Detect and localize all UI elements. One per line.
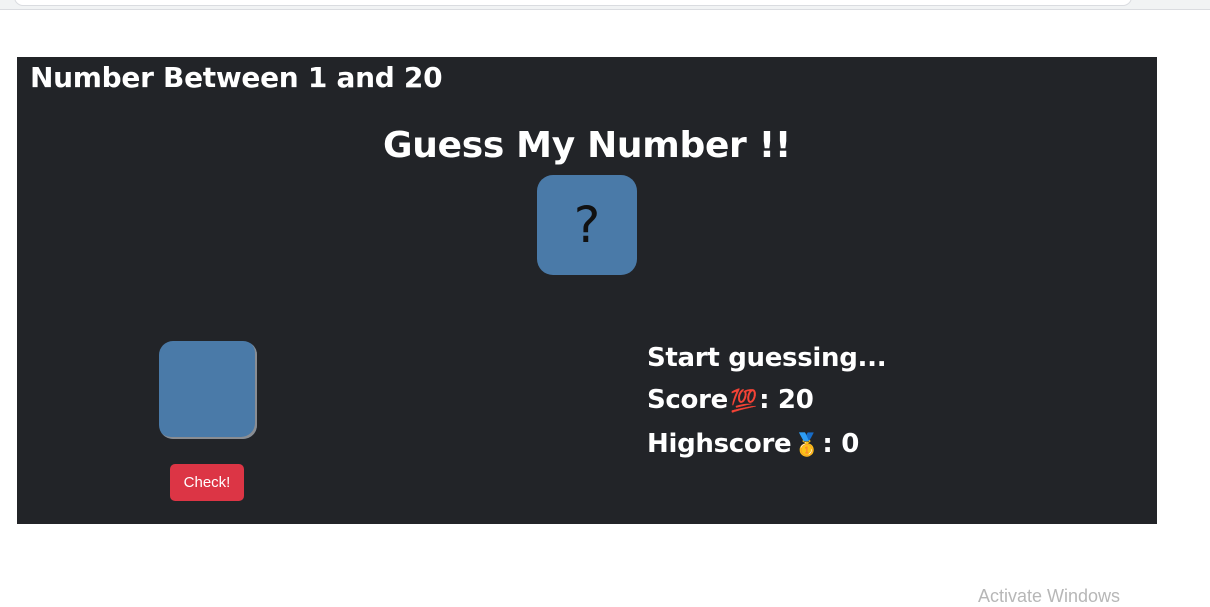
gold-medal-icon: 🥇	[793, 433, 821, 458]
highscore-value: 0	[841, 429, 860, 459]
hundred-points-icon: 💯	[729, 389, 758, 414]
secret-number-box: ?	[537, 175, 637, 275]
highscore-label: Highscore	[647, 429, 792, 459]
highscore-line: Highscore🥇: 0	[647, 423, 886, 467]
status-message: Start guessing...	[647, 343, 887, 373]
browser-toolbar	[0, 0, 1210, 10]
score-line: Score💯: 20	[647, 379, 886, 423]
game-title: Guess My Number !!	[383, 125, 791, 166]
address-bar[interactable]	[14, 0, 1132, 6]
highscore-separator: :	[822, 429, 842, 459]
range-label: Number Between 1 and 20	[30, 61, 443, 94]
guess-input[interactable]	[159, 341, 257, 439]
check-button[interactable]: Check!	[170, 464, 244, 501]
game-panel: Number Between 1 and 20 Guess My Number …	[17, 57, 1157, 524]
activate-windows-watermark: Activate Windows	[978, 586, 1121, 606]
score-label: Score	[647, 385, 728, 415]
stats-panel: Start guessing... Score💯: 20 Highscore🥇:…	[647, 337, 887, 467]
score-separator: :	[759, 385, 778, 415]
score-value: 20	[777, 385, 814, 415]
